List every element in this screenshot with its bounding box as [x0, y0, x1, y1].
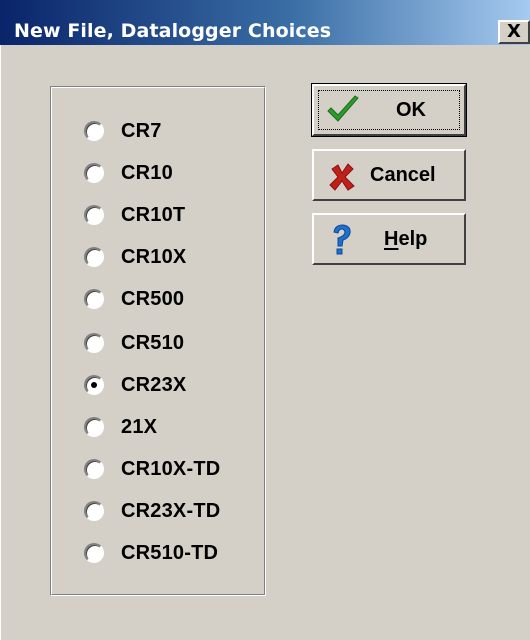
radio-button[interactable] [84, 459, 104, 479]
radio-button[interactable] [84, 501, 104, 521]
radio-cr510-td[interactable]: CR510-TD [84, 540, 218, 566]
help-button[interactable]: Help [312, 213, 466, 265]
radio-label: CR23X-TD [121, 499, 221, 522]
radio-button[interactable] [84, 417, 104, 437]
radio-cr500[interactable]: CR500 [84, 286, 184, 312]
radio-button[interactable] [84, 205, 104, 225]
radio-button[interactable] [84, 289, 104, 309]
radio-label: CR10X [121, 245, 187, 268]
ok-button[interactable]: OK [311, 83, 467, 137]
radio-button[interactable] [84, 375, 104, 395]
help-button-label: Help [384, 228, 428, 250]
radio-cr23x-td[interactable]: CR23X-TD [84, 498, 220, 524]
radio-cr10[interactable]: CR10 [84, 160, 173, 186]
radio-cr10x-td[interactable]: CR10X-TD [84, 456, 220, 482]
window-title: New File, Datalogger Choices [14, 20, 332, 42]
radio-label: CR510-TD [121, 541, 219, 564]
close-button[interactable]: X [498, 20, 530, 44]
radio-cr7[interactable]: CR7 [84, 118, 162, 144]
radio-button[interactable] [84, 333, 104, 353]
radio-button[interactable] [84, 247, 104, 267]
radio-cr10x[interactable]: CR10X [84, 244, 186, 270]
radio-label: CR500 [121, 287, 185, 310]
radio-label: CR7 [121, 119, 162, 142]
radio-button[interactable] [84, 543, 104, 563]
radio-cr23x[interactable]: CR23X [84, 372, 186, 398]
close-icon: X [507, 21, 521, 42]
cancel-button-label: Cancel [370, 164, 436, 186]
radio-cr10t[interactable]: CR10T [84, 202, 185, 228]
ok-button-label: OK [396, 99, 426, 121]
question-mark-icon [330, 223, 354, 257]
x-mark-icon [328, 163, 356, 191]
cancel-button[interactable]: Cancel [312, 149, 466, 201]
radio-label: CR510 [121, 331, 185, 354]
radio-button[interactable] [84, 121, 104, 141]
radio-label: 21X [121, 415, 158, 438]
radio-cr510[interactable]: CR510 [84, 330, 184, 356]
radio-21x[interactable]: 21X [84, 414, 157, 440]
checkmark-icon [326, 94, 360, 126]
radio-button[interactable] [84, 163, 104, 183]
window-left-edge [0, 45, 12, 640]
radio-label: CR10T [121, 203, 186, 226]
radio-label: CR10 [121, 161, 173, 184]
radio-label: CR23X [121, 373, 187, 396]
radio-label: CR10X-TD [121, 457, 221, 480]
title-bar: New File, Datalogger Choices X [0, 0, 530, 46]
